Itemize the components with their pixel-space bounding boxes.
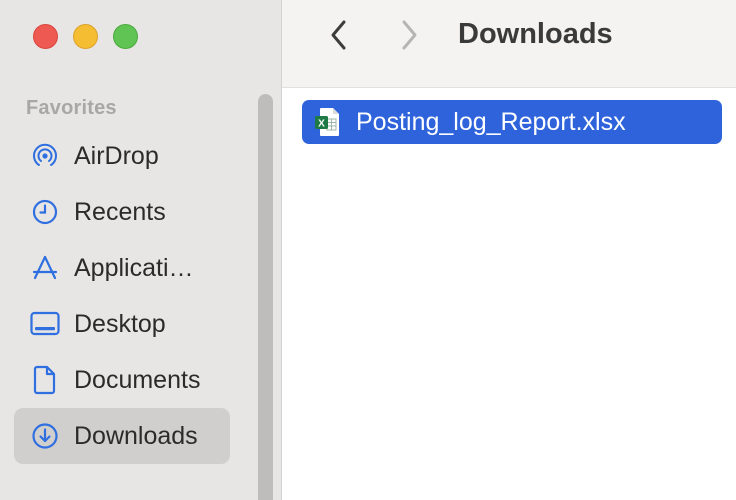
minimize-button[interactable] [73,24,98,49]
sidebar-item-label: AirDrop [74,141,159,170]
window-title: Downloads [458,18,613,50]
sidebar-item-label: Recents [74,197,166,226]
svg-text:X: X [318,119,325,130]
file-list: X Posting_log_Report.xlsx [282,88,736,500]
file-name: Posting_log_Report.xlsx [356,107,626,136]
sidebar-item-documents[interactable]: Documents [14,352,230,408]
sidebar-item-applications[interactable]: Applicati… [14,240,230,296]
desktop-icon [29,308,61,340]
sidebar: Favorites AirDrop Recents Applicati… Des… [0,0,282,500]
download-icon [29,420,61,452]
sidebar-section-favorites: Favorites [26,97,117,119]
chevron-right-icon [402,20,417,50]
toolbar: Downloads [282,0,736,88]
sidebar-item-downloads[interactable]: Downloads [14,408,230,464]
back-button[interactable] [324,20,354,50]
clock-icon [29,196,61,228]
sidebar-item-airdrop[interactable]: AirDrop [14,128,230,184]
sidebar-item-desktop[interactable]: Desktop [14,296,230,352]
excel-file-icon: X [314,107,342,137]
forward-button[interactable] [394,20,424,50]
sidebar-item-label: Downloads [74,421,198,450]
applications-icon [29,252,61,284]
sidebar-item-label: Applicati… [74,253,194,282]
file-item[interactable]: X Posting_log_Report.xlsx [302,100,722,144]
sidebar-list: AirDrop Recents Applicati… Desktop Docum… [14,128,230,464]
sidebar-item-label: Desktop [74,309,166,338]
zoom-button[interactable] [113,24,138,49]
airdrop-icon [29,140,61,172]
document-icon [29,364,61,396]
sidebar-item-recents[interactable]: Recents [14,184,230,240]
close-button[interactable] [33,24,58,49]
sidebar-scrollbar[interactable] [258,94,273,500]
window-controls [33,24,138,49]
finder-window: Favorites AirDrop Recents Applicati… Des… [0,0,736,500]
sidebar-item-label: Documents [74,365,201,394]
chevron-left-icon [331,20,346,50]
